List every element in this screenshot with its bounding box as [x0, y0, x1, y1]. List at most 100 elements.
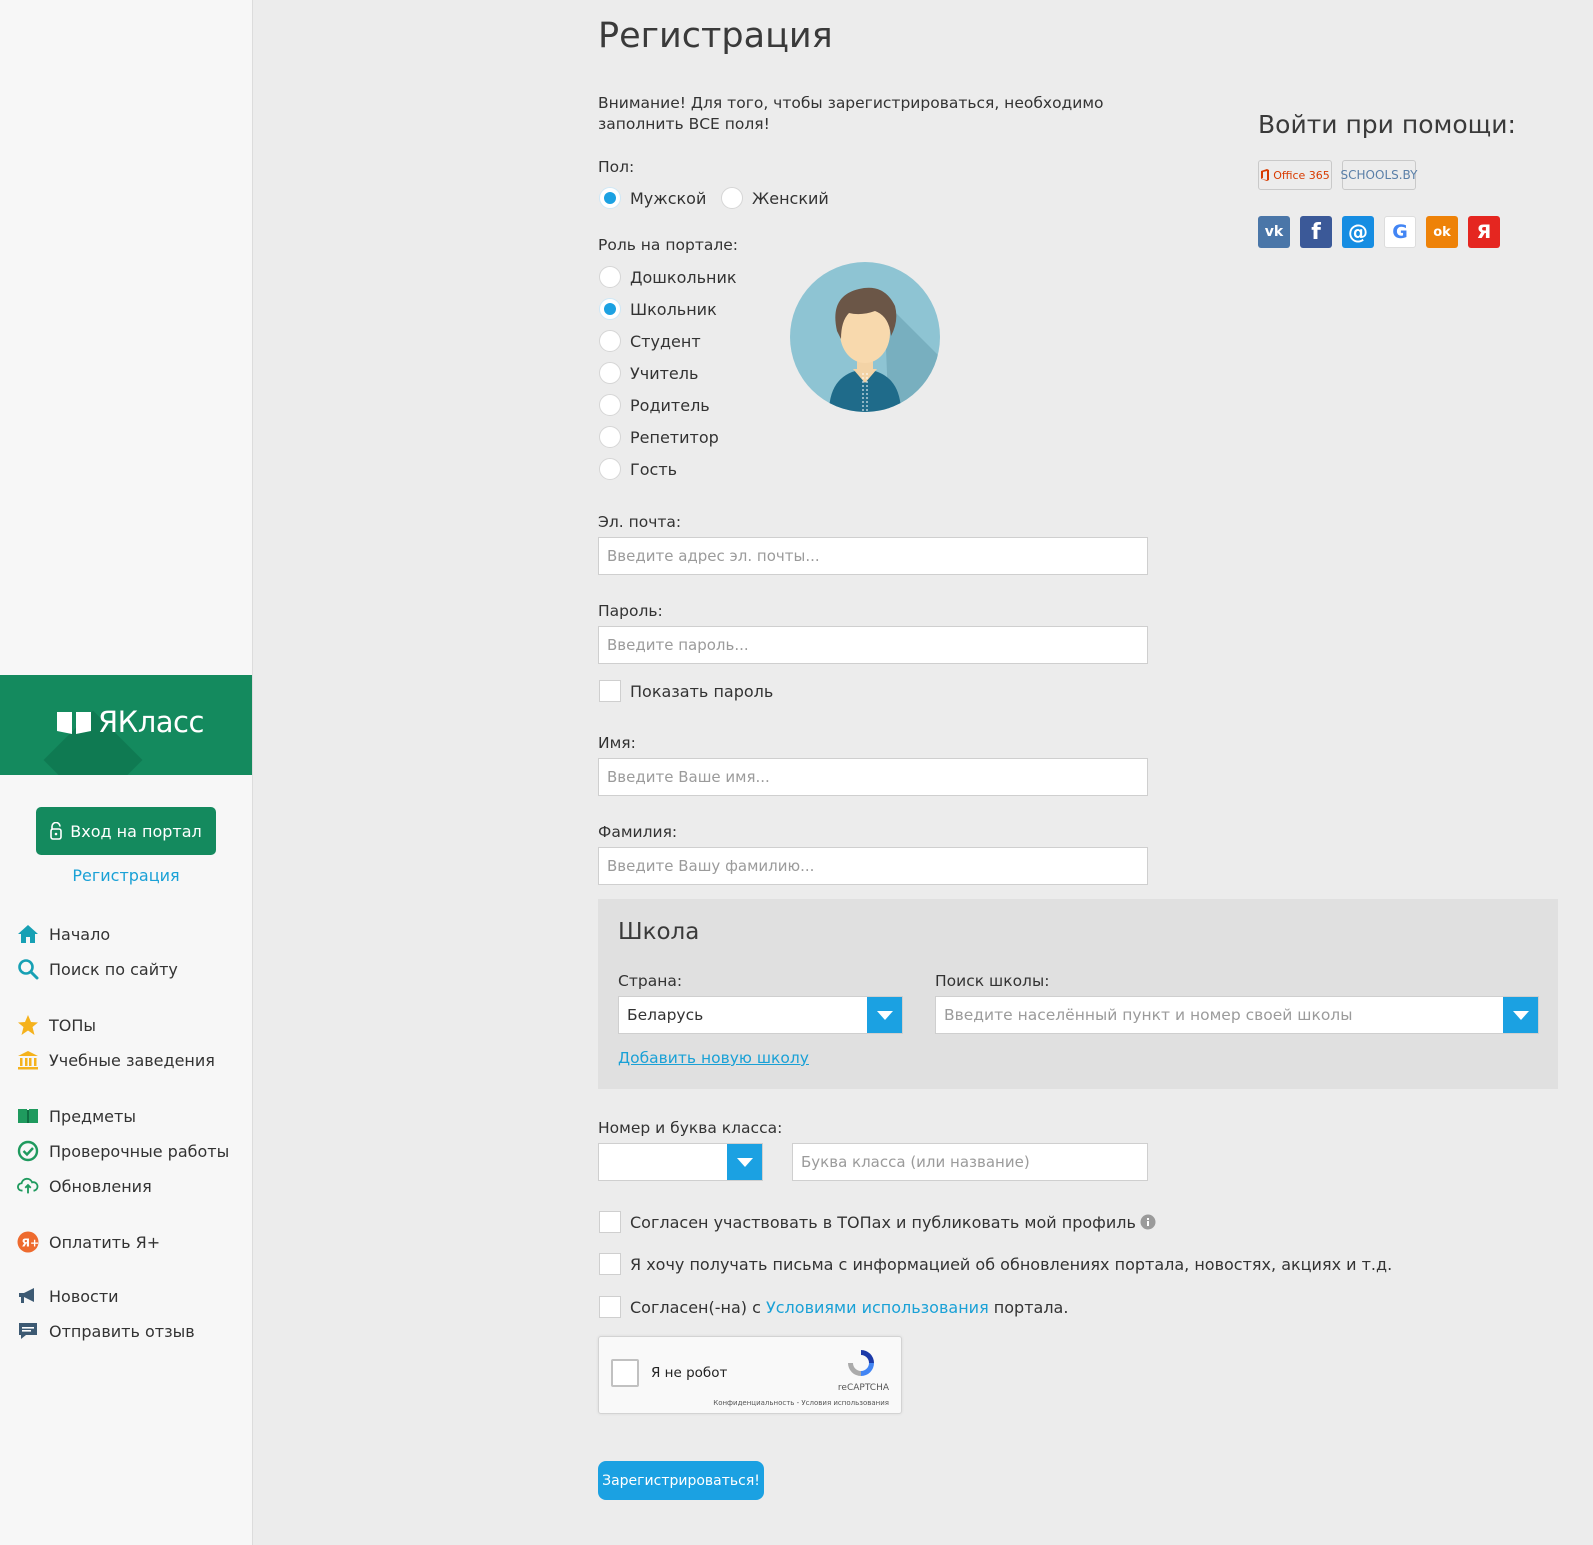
role-tutor-radio[interactable]: Репетитор: [599, 426, 719, 448]
recaptcha-label: Я не робот: [651, 1365, 728, 1381]
recaptcha-terms[interactable]: Конфиденциальность - Условия использован…: [713, 1399, 889, 1407]
consent-news-checkbox[interactable]: [599, 1253, 621, 1275]
google-login-icon[interactable]: G: [1384, 216, 1416, 248]
radio-button[interactable]: [599, 298, 621, 320]
class-letter-field[interactable]: [792, 1143, 1148, 1181]
vk-login-icon[interactable]: vk: [1258, 216, 1290, 248]
show-password-row[interactable]: Показать пароль: [599, 680, 773, 702]
login-button[interactable]: Вход на портал: [36, 807, 216, 855]
radio-button[interactable]: [599, 458, 621, 480]
radio-label: Учитель: [630, 363, 699, 383]
role-parent-radio[interactable]: Родитель: [599, 394, 710, 416]
sidebar-item-updates[interactable]: Обновления: [17, 1174, 152, 1198]
class-number-select[interactable]: [598, 1143, 763, 1181]
school-search-placeholder: Введите населённый пункт и номер своей ш…: [944, 1006, 1353, 1024]
ya-plus-icon: Я+: [17, 1231, 39, 1253]
sidebar-item-news[interactable]: Новости: [17, 1284, 119, 1308]
megaphone-icon: [17, 1285, 39, 1307]
logo-text: ЯКласс: [98, 705, 204, 739]
office365-button[interactable]: Office 365: [1258, 160, 1332, 190]
radio-label: Мужской: [630, 188, 707, 208]
country-select[interactable]: Беларусь: [618, 996, 903, 1034]
radio-button[interactable]: [599, 426, 621, 448]
role-preschool-radio[interactable]: Дошкольник: [599, 266, 737, 288]
sidebar-item-institutions[interactable]: Учебные заведения: [17, 1048, 215, 1072]
home-icon: [17, 923, 39, 945]
add-school-link[interactable]: Добавить новую школу: [618, 1049, 809, 1067]
logo[interactable]: ЯКласс: [56, 705, 204, 739]
role-pupil-radio[interactable]: Школьник: [599, 298, 717, 320]
consent-terms-row[interactable]: Согласен(-на) с Условиями использования …: [599, 1296, 1068, 1318]
check-circle-icon: [17, 1140, 39, 1162]
chevron-down-icon[interactable]: [1503, 997, 1538, 1033]
sidebar-item-tops[interactable]: ТОПы: [17, 1013, 96, 1037]
radio-button[interactable]: [599, 330, 621, 352]
role-student-radio[interactable]: Студент: [599, 330, 701, 352]
email-field[interactable]: [598, 537, 1148, 575]
gender-label: Пол:: [598, 158, 635, 176]
consent-tops-row[interactable]: Согласен участвовать в ТОПах и публикова…: [599, 1211, 1156, 1233]
radio-label: Женский: [752, 188, 829, 208]
role-label: Роль на портале:: [598, 236, 739, 254]
radio-button[interactable]: [599, 394, 621, 416]
school-title: Школа: [618, 919, 700, 945]
sidebar-item-label: Новости: [49, 1286, 119, 1306]
school-search-select[interactable]: Введите населённый пункт и номер своей ш…: [935, 996, 1539, 1034]
logo-band: ЯКласс: [0, 675, 252, 775]
sidebar-item-label: Поиск по сайту: [49, 959, 178, 979]
facebook-login-icon[interactable]: f: [1300, 216, 1332, 248]
sidebar-item-subjects[interactable]: Предметы: [17, 1104, 136, 1128]
school-section: Школа Страна: Беларусь Поиск школы: Введ…: [598, 899, 1558, 1089]
schoolsby-button[interactable]: SCHOOLS.BY: [1340, 160, 1418, 190]
feedback-icon: [17, 1320, 39, 1342]
radio-button[interactable]: [599, 266, 621, 288]
gender-male-radio[interactable]: Мужской: [599, 187, 706, 209]
sidebar-item-feedback[interactable]: Отправить отзыв: [17, 1319, 195, 1343]
surname-field[interactable]: [598, 847, 1148, 885]
password-field[interactable]: [598, 626, 1148, 664]
office-icon: [1261, 169, 1270, 181]
recaptcha-checkbox[interactable]: [611, 1359, 639, 1387]
radio-label: Школьник: [630, 299, 717, 319]
sidebar-item-search[interactable]: Поиск по сайту: [17, 957, 178, 981]
consent-terms-suffix: портала.: [993, 1297, 1069, 1317]
radio-button[interactable]: [721, 187, 743, 209]
recaptcha-widget: Я не робот reCAPTCHA Конфиденциальность …: [598, 1336, 902, 1414]
radio-label: Родитель: [630, 395, 710, 415]
sidebar-item-label: Проверочные работы: [49, 1141, 230, 1161]
radio-button[interactable]: [599, 187, 621, 209]
chevron-down-icon[interactable]: [867, 997, 902, 1033]
consent-news-row[interactable]: Я хочу получать письма с информацией об …: [599, 1253, 1392, 1275]
consent-terms-prefix: Согласен(-на) с: [630, 1297, 761, 1317]
terms-link[interactable]: Условиями использования: [766, 1298, 989, 1317]
warning-text: Внимание! Для того, чтобы зарегистрирова…: [598, 94, 1104, 133]
login-button-label: Вход на портал: [70, 821, 202, 841]
consent-terms-checkbox[interactable]: [599, 1296, 621, 1318]
register-submit-button[interactable]: Зарегистрироваться!: [598, 1461, 764, 1500]
role-teacher-radio[interactable]: Учитель: [599, 362, 698, 384]
sidebar-item-label: ТОПы: [49, 1015, 97, 1035]
sidebar-item-pay[interactable]: Я+ Оплатить Я+: [17, 1230, 160, 1254]
schoolsby-label: SCHOOLS.BY: [1340, 168, 1418, 182]
country-label: Страна:: [618, 972, 683, 990]
register-link[interactable]: Регистрация: [0, 866, 252, 885]
info-icon[interactable]: [1140, 1214, 1156, 1230]
radio-button[interactable]: [599, 362, 621, 384]
password-label: Пароль:: [598, 602, 663, 620]
mail-login-icon[interactable]: @: [1342, 216, 1374, 248]
ok-login-icon[interactable]: ok: [1426, 216, 1458, 248]
sidebar-item-tests[interactable]: Проверочные работы: [17, 1139, 229, 1163]
lock-icon: [50, 822, 63, 840]
country-value: Беларусь: [627, 1006, 704, 1024]
chevron-down-icon[interactable]: [727, 1144, 762, 1180]
consent-tops-checkbox[interactable]: [599, 1211, 621, 1233]
name-field[interactable]: [598, 758, 1148, 796]
class-label: Номер и буква класса:: [598, 1119, 783, 1137]
sidebar-item-home[interactable]: Начало: [17, 922, 110, 946]
role-guest-radio[interactable]: Гость: [599, 458, 677, 480]
yandex-login-icon[interactable]: Я: [1468, 216, 1500, 248]
avatar: [790, 262, 940, 412]
sidebar-item-label: Предметы: [49, 1106, 136, 1126]
gender-female-radio[interactable]: Женский: [721, 187, 829, 209]
show-password-checkbox[interactable]: [599, 680, 621, 702]
